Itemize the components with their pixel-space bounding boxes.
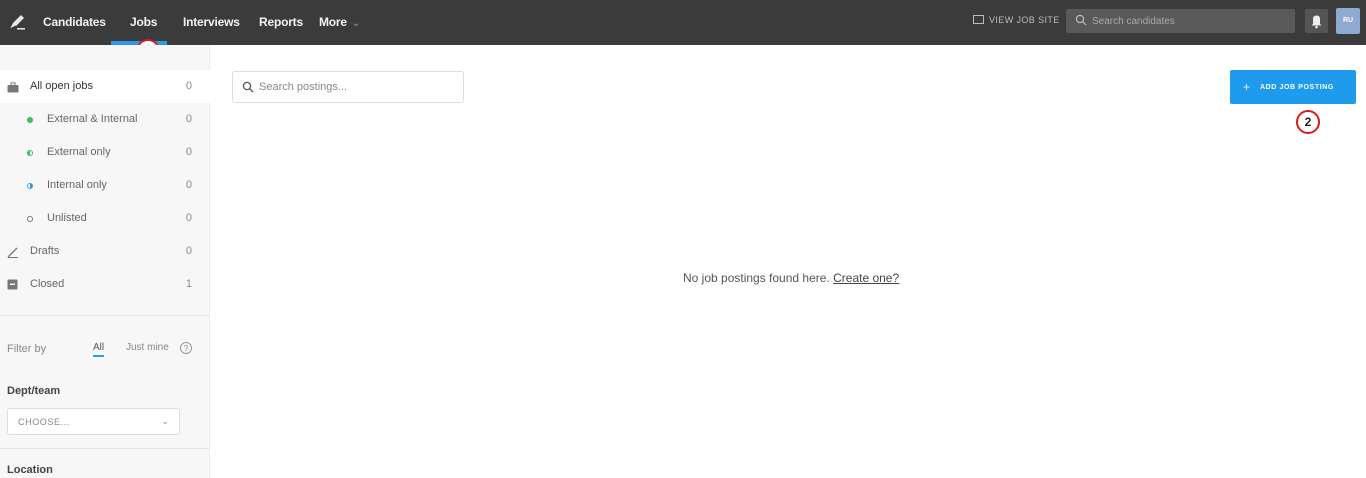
candidate-search-box[interactable] — [1066, 9, 1295, 33]
sidebar-item-label: All open jobs — [30, 80, 93, 92]
dept-team-select[interactable]: Choose... ⌄ — [7, 408, 180, 435]
half-green-dot-icon — [27, 150, 33, 156]
sidebar-item-count: 0 — [185, 212, 192, 224]
divider — [0, 315, 210, 316]
filter-just-mine-toggle[interactable]: Just mine — [126, 342, 169, 353]
create-one-link[interactable]: Create one? — [833, 271, 899, 285]
search-icon — [242, 81, 254, 93]
add-job-posting-label: Add job posting — [1260, 84, 1334, 91]
dept-team-select-value: Choose... — [18, 417, 70, 427]
filter-by-label: Filter by — [7, 343, 47, 355]
sidebar-item-external-only[interactable]: External only 0 — [0, 136, 210, 169]
candidate-search-input[interactable] — [1092, 9, 1287, 33]
external-link-icon — [973, 15, 984, 24]
pencil-icon — [7, 247, 18, 258]
sidebar-item-label: Internal only — [47, 179, 107, 191]
view-job-site-link[interactable]: View job site — [973, 15, 1060, 25]
empty-state-text: No job postings found here. — [683, 271, 830, 285]
help-icon[interactable]: ? — [180, 342, 192, 354]
sidebar-item-external-internal[interactable]: External & Internal 0 — [0, 103, 210, 136]
nav-reports[interactable]: Reports — [259, 15, 303, 29]
sidebar-item-drafts[interactable]: Drafts 0 — [0, 235, 210, 268]
sidebar-item-count: 0 — [185, 146, 192, 158]
top-navigation-bar: Candidates Jobs Interviews Reports More ⌄… — [0, 0, 1366, 45]
sidebar-item-count: 1 — [185, 278, 192, 290]
sidebar-item-label: External only — [47, 146, 111, 158]
filter-all-toggle[interactable]: All — [93, 342, 105, 357]
briefcase-icon — [7, 82, 19, 93]
sidebar-item-count: 0 — [185, 179, 192, 191]
dept-team-heading: Dept/team — [7, 385, 61, 397]
sidebar-item-label: Unlisted — [47, 212, 87, 224]
green-dot-icon — [27, 117, 33, 123]
postings-search-input[interactable] — [259, 72, 459, 102]
nav-candidates[interactable]: Candidates — [43, 15, 106, 29]
archive-icon — [7, 279, 18, 290]
view-job-site-label: View job site — [989, 15, 1060, 25]
sidebar-item-unlisted[interactable]: Unlisted 0 — [0, 202, 210, 235]
jobs-sidebar: All open jobs 0 External & Internal 0 Ex… — [0, 45, 210, 478]
user-avatar[interactable]: RU — [1336, 8, 1360, 34]
sidebar-item-label: Drafts — [30, 245, 60, 257]
nav-more-label: More — [319, 15, 347, 29]
bell-icon — [1311, 15, 1322, 29]
nav-jobs[interactable]: Jobs — [130, 15, 157, 29]
sidebar-item-label: External & Internal — [47, 113, 138, 125]
plus-icon: + — [1243, 80, 1251, 94]
nav-interviews[interactable]: Interviews — [183, 15, 240, 29]
postings-search-box[interactable] — [232, 71, 464, 103]
sidebar-item-internal-only[interactable]: Internal only 0 — [0, 169, 210, 202]
add-job-posting-button[interactable]: + Add job posting — [1230, 70, 1356, 104]
hollow-dot-icon — [27, 216, 33, 222]
sidebar-item-label: Closed — [30, 278, 65, 290]
chevron-down-icon: ⌄ — [161, 416, 169, 426]
sidebar-item-count: 0 — [185, 113, 192, 125]
half-blue-dot-icon — [27, 183, 33, 189]
empty-state-message: No job postings found here. Create one? — [683, 271, 899, 285]
search-icon — [1075, 14, 1087, 26]
sidebar-item-closed[interactable]: Closed 1 — [0, 268, 210, 301]
sidebar-item-count: 0 — [185, 80, 192, 92]
nav-more[interactable]: More ⌄ — [319, 15, 360, 29]
sidebar-item-count: 0 — [185, 245, 192, 257]
sidebar-item-all-open-jobs[interactable]: All open jobs 0 — [0, 70, 210, 103]
annotation-marker-2: 2 — [1296, 110, 1320, 134]
chevron-down-icon: ⌄ — [351, 18, 361, 29]
divider — [0, 448, 210, 449]
location-heading: Location — [7, 464, 53, 476]
notifications-button[interactable] — [1305, 9, 1328, 33]
logo-pen-icon[interactable] — [7, 12, 27, 32]
